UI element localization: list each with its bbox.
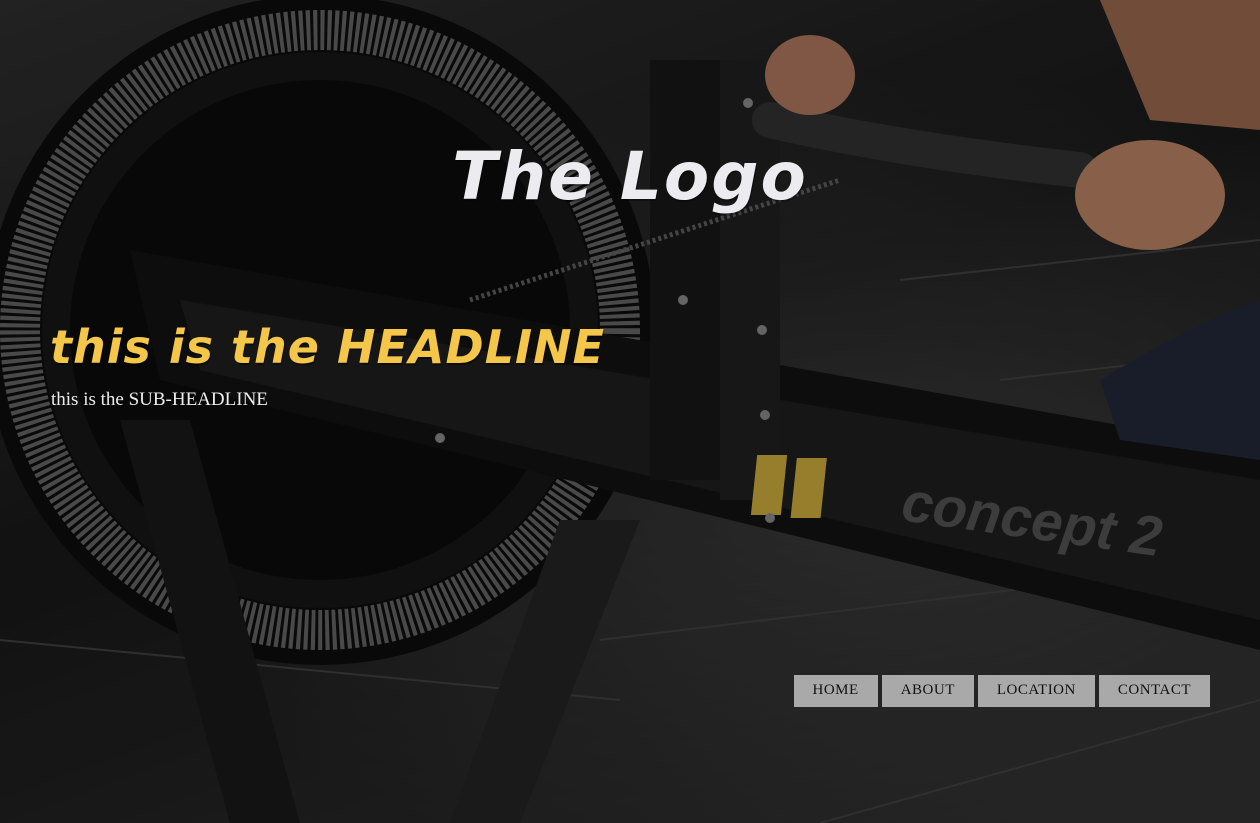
hero-headline: this is the HEADLINE: [50, 320, 606, 374]
nav-about-button[interactable]: ABOUT: [881, 675, 974, 707]
nav-home-button[interactable]: HOME: [793, 675, 878, 707]
site-logo[interactable]: The Logo: [0, 138, 1260, 215]
hero-section: concept 2 The Logo this is the HEADLINE …: [0, 0, 1260, 823]
main-navigation: HOME ABOUT LOCATION CONTACT: [793, 675, 1210, 707]
nav-contact-button[interactable]: CONTACT: [1098, 675, 1210, 707]
hero-subheadline: this is the SUB-HEADLINE: [51, 389, 268, 410]
nav-location-button[interactable]: LOCATION: [977, 675, 1095, 707]
